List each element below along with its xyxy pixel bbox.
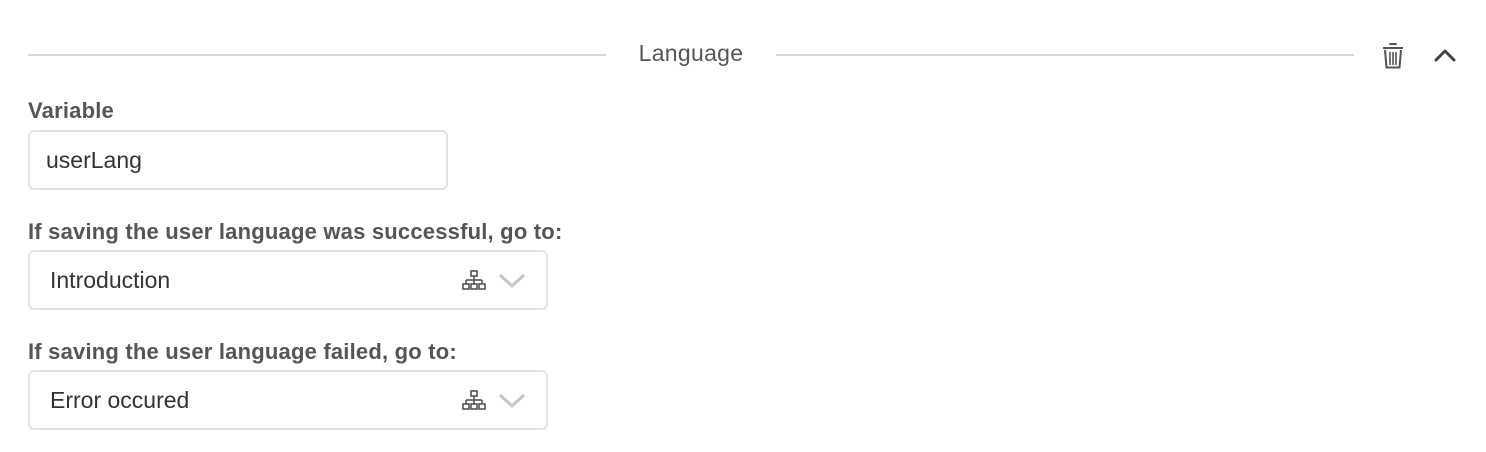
- variable-label: Variable: [28, 98, 114, 123]
- section-title: Language: [638, 40, 744, 66]
- section-header: Language: [28, 28, 1458, 82]
- failure-target-value: Error occured: [50, 387, 190, 413]
- success-target-label: If saving the user language was successf…: [28, 219, 563, 244]
- failure-target-select[interactable]: Error occured: [28, 370, 548, 430]
- trash-icon: [1383, 42, 1403, 68]
- failure-target-label: If saving the user language failed, go t…: [28, 339, 457, 364]
- chevron-down-icon: [499, 274, 525, 288]
- success-target-select[interactable]: Introduction: [28, 250, 548, 310]
- success-target-value: Introduction: [50, 267, 171, 293]
- header-divider-right: [776, 54, 1354, 56]
- sitemap-icon: [462, 270, 486, 290]
- delete-section-button[interactable]: [1374, 36, 1412, 74]
- chevron-down-icon: [499, 394, 525, 408]
- header-divider-left: [28, 54, 606, 56]
- variable-input[interactable]: [28, 130, 448, 190]
- chevron-up-icon: [1434, 49, 1456, 62]
- sitemap-icon: [462, 390, 486, 410]
- collapse-section-button[interactable]: [1426, 36, 1464, 74]
